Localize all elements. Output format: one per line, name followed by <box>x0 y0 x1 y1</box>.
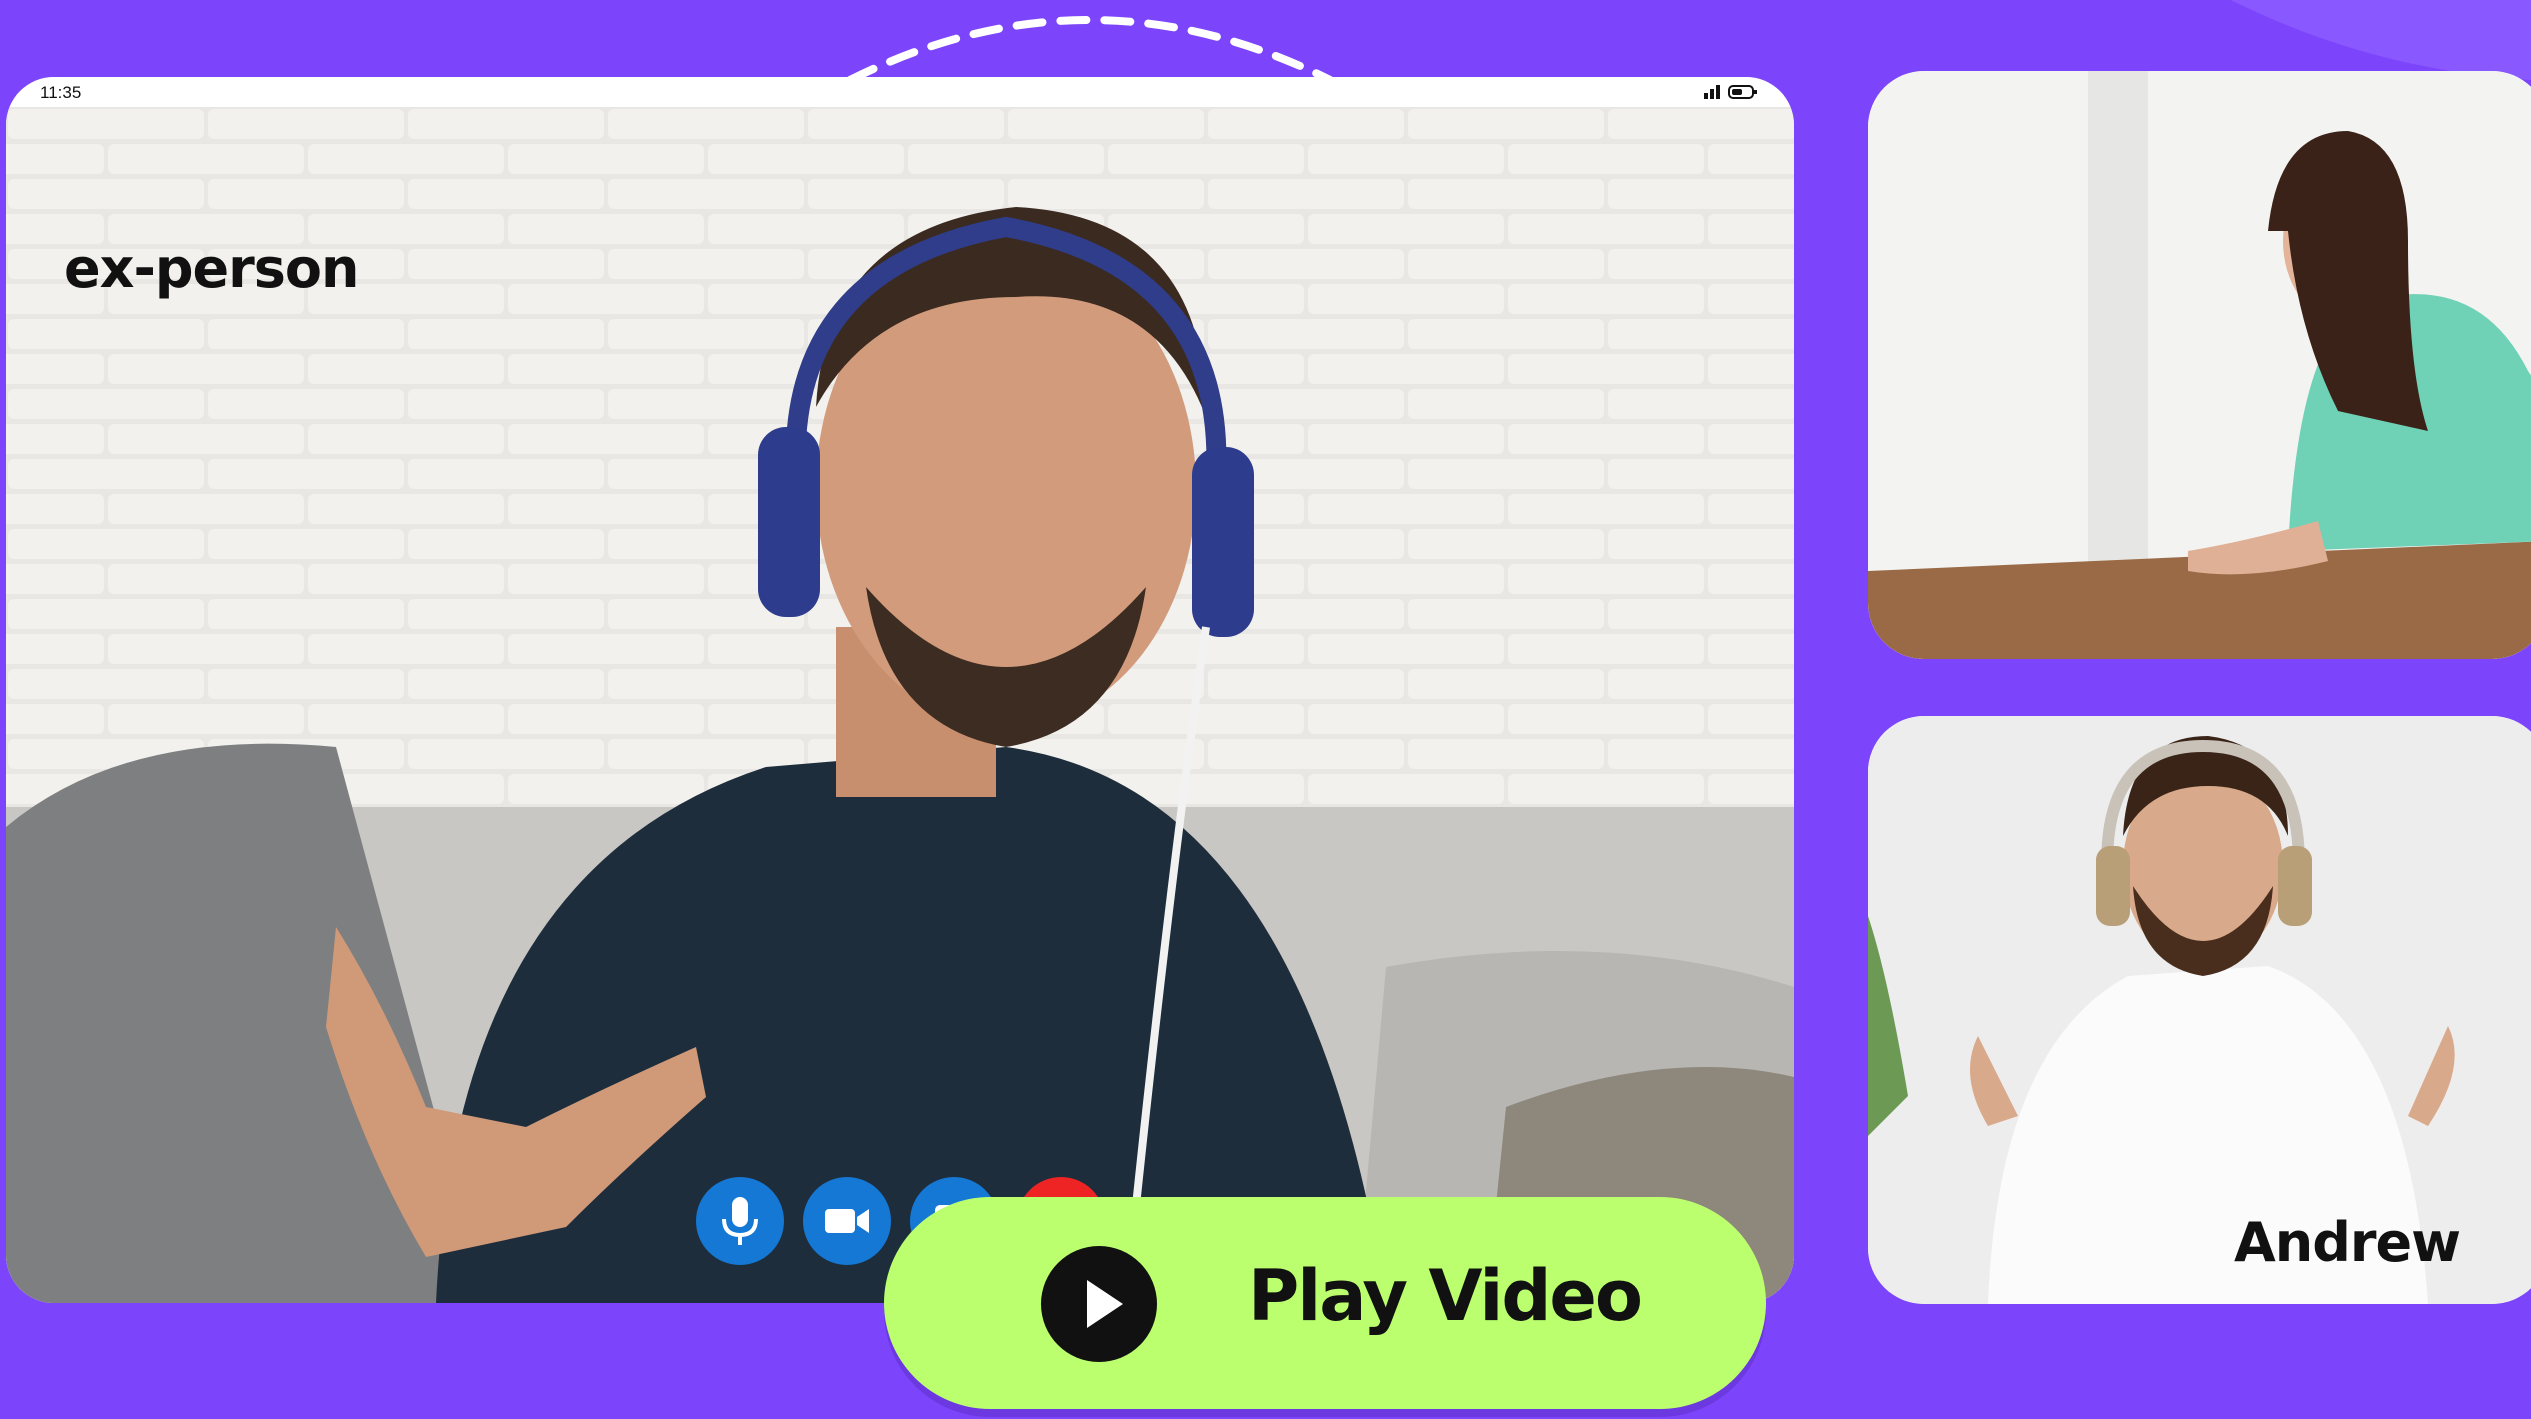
play-video-label: Play Video <box>1248 1255 1643 1337</box>
play-video-button[interactable]: Play Video <box>884 1197 1766 1409</box>
caller-name-label: ex-person <box>64 237 359 300</box>
microphone-button[interactable] <box>696 1177 784 1265</box>
microphone-icon <box>722 1197 758 1245</box>
status-time: 11:35 <box>40 83 82 102</box>
participant-video-feed <box>1868 71 2531 659</box>
participant-tile-2[interactable]: Andrew <box>1868 716 2531 1304</box>
main-video-window: 11:35 ex-person <box>6 77 1794 1303</box>
participant-name-label: Andrew <box>2234 1211 2461 1274</box>
video-camera-button[interactable] <box>803 1177 891 1265</box>
battery-icon <box>1728 85 1757 99</box>
corner-decoration <box>2231 0 2531 80</box>
status-bar: 11:35 <box>6 77 1794 107</box>
video-camera-icon <box>825 1209 869 1233</box>
signal-icon <box>1704 85 1720 99</box>
play-icon <box>1041 1246 1157 1362</box>
participant-tile-1[interactable] <box>1868 71 2531 659</box>
